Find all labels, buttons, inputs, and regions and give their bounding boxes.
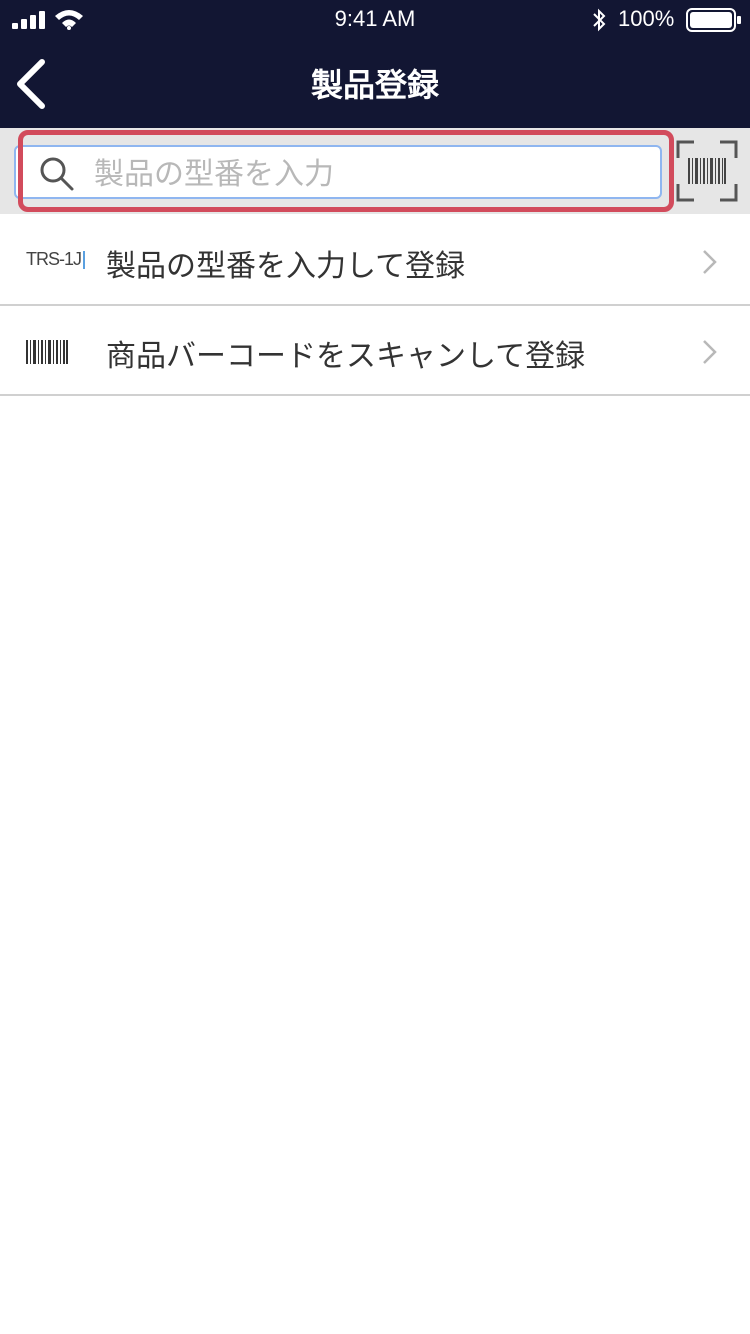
model-number-icon: TRS-1J	[26, 249, 86, 270]
divider	[0, 394, 750, 396]
model-number-icon-text: TRS-1J	[26, 249, 82, 269]
barcode-scan-button[interactable]	[676, 140, 738, 202]
top-bar: 9:41 AM 100% 製品登録	[0, 0, 750, 128]
list-item-label: 商品バーコードをスキャンして登録	[106, 339, 586, 374]
battery-percent: 100%	[618, 6, 675, 31]
list-item-scan-barcode[interactable]: 商品バーコードをスキャンして登録	[0, 306, 750, 396]
battery-icon	[686, 8, 741, 32]
page-title: 製品登録	[310, 66, 439, 104]
chevron-right-icon	[703, 250, 717, 274]
barcode-icon	[26, 340, 68, 364]
chevron-right-icon	[703, 340, 717, 364]
search-highlight-frame	[18, 130, 674, 212]
status-bar: 9:41 AM 100%	[0, 0, 750, 40]
list-item-label: 製品の型番を入力して登録	[106, 249, 466, 284]
bluetooth-icon	[593, 8, 606, 32]
navigation-bar: 製品登録	[0, 40, 750, 128]
list-item-enter-model-number[interactable]: TRS-1J 製品の型番を入力して登録	[0, 216, 750, 306]
